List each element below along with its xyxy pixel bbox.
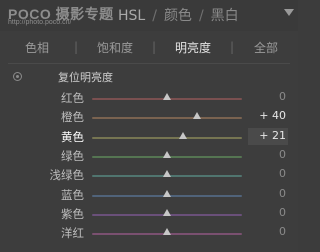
slider-label: 绿色 [61, 148, 84, 163]
slider-thumb[interactable] [163, 228, 171, 236]
slider-row: 紫色 0 [0, 205, 298, 223]
slider-value[interactable]: + 40 [246, 109, 286, 122]
header-tabs: HSL / 颜色 / 黑白 [118, 5, 239, 25]
slider-row: 蓝色 0 [0, 186, 298, 204]
panel-header: POCO 摄影专题 http://photo.poco.cn/ HSL / 颜色 / 黑… [0, 0, 298, 31]
subtab-all[interactable]: 全部 [234, 39, 298, 56]
slider-track[interactable] [92, 136, 242, 139]
slider-thumb[interactable] [163, 93, 171, 100]
tab-separator: / [198, 8, 204, 24]
slider-thumb[interactable] [163, 170, 171, 178]
collapse-caret-icon[interactable] [284, 9, 294, 16]
slider-value[interactable]: 0 [246, 225, 286, 238]
tab-separator: / [152, 8, 157, 24]
tab-color[interactable]: 颜色 [164, 5, 192, 25]
slider-thumb[interactable] [193, 112, 201, 120]
slider-label: 浅绿色 [49, 168, 85, 183]
slider-thumb[interactable] [163, 189, 171, 197]
slider-thumb[interactable] [178, 131, 187, 139]
slider-label: 红色 [61, 91, 84, 105]
subtab-luminance[interactable]: 明亮度 [156, 39, 230, 56]
target-adjust-icon[interactable] [13, 72, 22, 81]
slider-thumb[interactable] [163, 150, 171, 158]
slider-row: 绿色 0 [0, 147, 298, 165]
slider-value[interactable]: 0 [246, 187, 286, 200]
divider [8, 63, 290, 64]
subtab-hue[interactable]: 色相 [0, 39, 74, 56]
slider-row: 洋红 0 [0, 224, 298, 242]
slider-label: 黄色 [61, 129, 84, 144]
slider-label: 洋红 [61, 226, 84, 241]
slider-row: 黄色 + 21 [0, 127, 298, 146]
slider-value[interactable]: + 21 [246, 129, 286, 142]
slider-value[interactable]: 0 [246, 206, 286, 219]
slider-track[interactable] [92, 117, 242, 120]
slider-label: 蓝色 [61, 187, 84, 202]
logo-url: http://photo.poco.cn/ [8, 19, 72, 26]
slider-thumb[interactable] [163, 208, 171, 216]
slider-label: 橙色 [61, 110, 84, 125]
slider-value[interactable]: 0 [246, 167, 286, 180]
slider-value[interactable]: 0 [246, 90, 286, 103]
slider-value[interactable]: 0 [246, 148, 286, 161]
reset-luminance-label[interactable]: 复位明亮度 [58, 69, 113, 85]
tab-hsl[interactable]: HSL [118, 8, 145, 24]
subtab-saturation[interactable]: 饱和度 [78, 39, 152, 56]
hsl-panel: POCO 摄影专题 http://photo.poco.cn/ HSL / 颜色 / 黑… [0, 0, 298, 252]
slider-row: 浅绿色 0 [0, 166, 298, 184]
slider-row: 红色 0 [0, 89, 298, 107]
slider-label: 紫色 [61, 206, 84, 221]
tab-bw[interactable]: 黑白 [211, 5, 239, 25]
subtabs-bar: 色相 | 饱和度 | 明亮度 | 全部 [0, 33, 298, 61]
slider-row: 橙色 + 40 [0, 108, 298, 126]
